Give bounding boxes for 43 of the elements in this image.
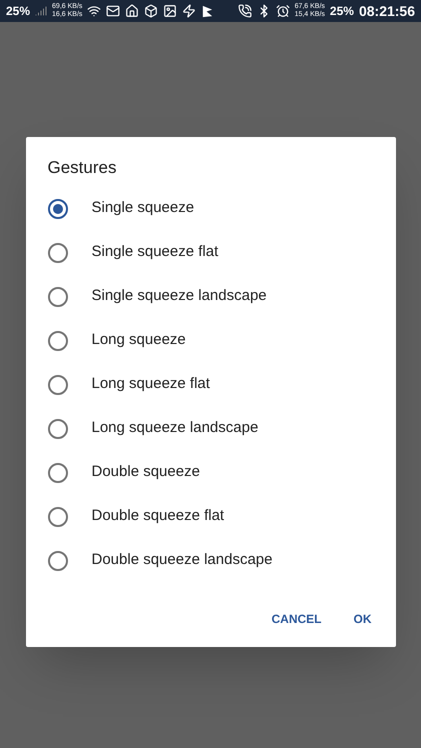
radio-option[interactable]: Double squeeze flat (26, 494, 396, 538)
battery-percent: 25% (330, 3, 354, 20)
box-icon (144, 4, 158, 18)
wifi-icon (87, 4, 102, 18)
bolt-icon (182, 4, 196, 18)
radio-button[interactable] (48, 198, 68, 218)
option-label: Long squeeze flat (92, 374, 210, 394)
option-label: Double squeeze landscape (92, 550, 272, 570)
option-label: Double squeeze flat (92, 506, 224, 526)
radio-button[interactable] (48, 418, 68, 438)
radio-option[interactable]: Double squeeze (26, 450, 396, 494)
radio-option[interactable]: Single squeeze landscape (26, 274, 396, 318)
mail-icon (106, 4, 120, 18)
radio-button[interactable] (48, 374, 68, 394)
radio-option[interactable]: Long squeeze landscape (26, 406, 396, 450)
radio-button[interactable] (48, 330, 68, 350)
option-label: Long squeeze (92, 330, 186, 350)
phone-icon (238, 4, 252, 18)
option-label: Long squeeze landscape (92, 418, 258, 438)
option-label: Single squeeze landscape (92, 286, 267, 306)
alarm-icon (276, 4, 290, 18)
radio-button[interactable] (48, 506, 68, 526)
radio-option[interactable]: Long squeeze flat (26, 362, 396, 406)
clock: 08:21:56 (358, 2, 415, 20)
home-icon (125, 4, 140, 18)
battery-percent: 25% (6, 3, 30, 20)
image-icon (163, 4, 178, 18)
option-label: Single squeeze flat (92, 242, 218, 262)
radio-option[interactable]: Double squeeze landscape (26, 538, 396, 582)
dialog-button[interactable]: CANCEL (260, 600, 334, 636)
radio-option[interactable]: Long squeeze (26, 318, 396, 362)
radio-button[interactable] (48, 462, 68, 482)
radio-option[interactable]: Single squeeze flat (26, 230, 396, 274)
option-label: Double squeeze (92, 462, 200, 482)
radio-button[interactable] (48, 242, 68, 262)
dialog-button[interactable]: OK (342, 600, 384, 636)
signal-icon (35, 5, 48, 17)
radio-option[interactable]: Single squeeze (26, 186, 396, 230)
radio-button[interactable] (48, 286, 68, 306)
flag-icon (201, 4, 214, 18)
dialog-title: Gestures (46, 157, 118, 179)
option-label: Single squeeze (92, 198, 194, 218)
radio-button[interactable] (48, 550, 68, 570)
